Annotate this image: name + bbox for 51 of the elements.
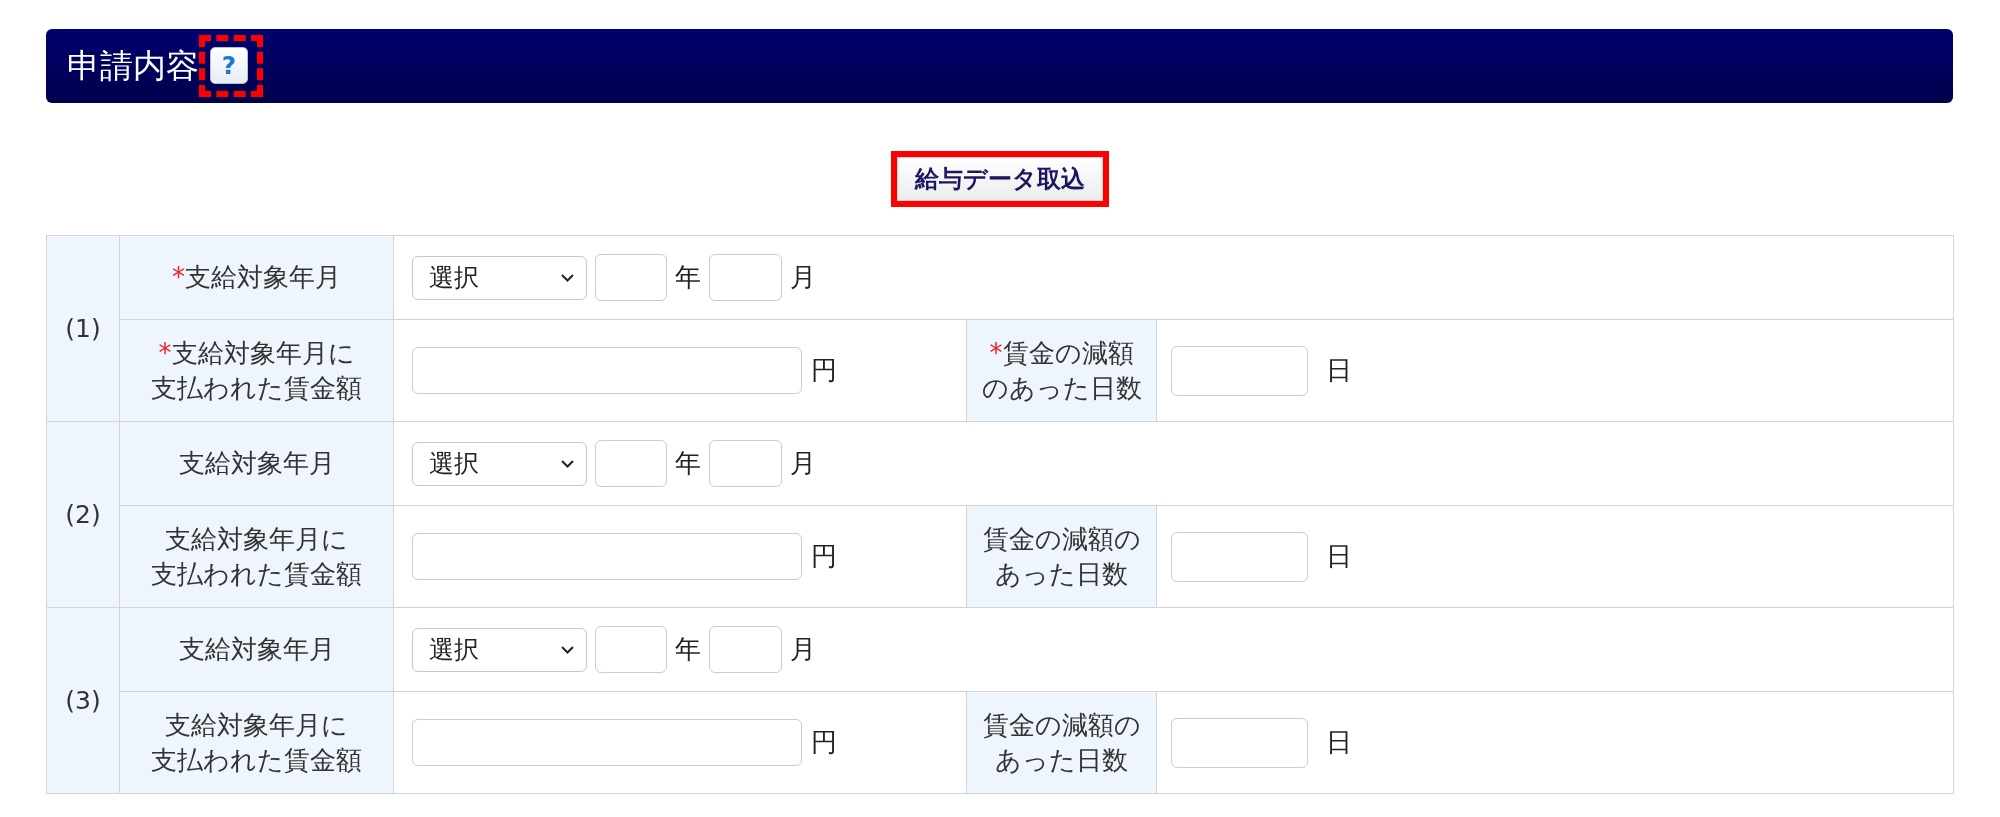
unit-label: 月	[790, 447, 816, 480]
unit-label: 日	[1326, 354, 1352, 387]
unit-label: 円	[811, 540, 837, 573]
import-button[interactable]: 給与データ取込	[896, 157, 1103, 201]
unit-label: 円	[811, 726, 837, 759]
field-label: のあった日数	[980, 371, 1143, 405]
field-label: 支給対象年月	[177, 447, 336, 480]
field-label: あった日数	[994, 557, 1129, 591]
month-select[interactable]: 選択	[412, 255, 587, 300]
field-label: 賃金の減額の	[981, 522, 1142, 556]
month-select[interactable]: 選択	[412, 441, 587, 486]
chevron-down-icon	[561, 273, 574, 282]
field-label: 支払われた賃金額	[150, 743, 363, 777]
unit-label: 月	[790, 633, 816, 666]
field-label: *支給対象年月	[171, 261, 342, 294]
chevron-down-icon	[561, 645, 574, 654]
field-label: 支給対象年月	[177, 633, 336, 666]
entry-number: (3)	[46, 607, 120, 794]
field-label: 支払われた賃金額	[150, 371, 363, 405]
month-input[interactable]	[709, 254, 782, 301]
entry-number: (2)	[46, 421, 120, 608]
year-input[interactable]	[595, 626, 667, 673]
month-input[interactable]	[709, 626, 782, 673]
field-label: あった日数	[994, 743, 1129, 777]
days-input[interactable]	[1171, 717, 1308, 768]
field-label: *支給対象年月に	[157, 336, 356, 370]
month-input[interactable]	[709, 440, 782, 487]
unit-label: 日	[1326, 540, 1352, 573]
unit-label: 年	[675, 447, 701, 480]
days-input[interactable]	[1171, 531, 1308, 582]
unit-label: 日	[1326, 726, 1352, 759]
field-label: *賃金の減額	[988, 336, 1135, 370]
unit-label: 年	[675, 261, 701, 294]
year-input[interactable]	[595, 440, 667, 487]
entry-number: (1)	[46, 235, 120, 422]
section-title: 申請内容	[67, 45, 199, 87]
field-label: 賃金の減額の	[981, 708, 1142, 742]
field-label: 支給対象年月に	[164, 522, 349, 556]
year-input[interactable]	[595, 254, 667, 301]
help-button[interactable]: ?	[210, 47, 248, 84]
month-select[interactable]: 選択	[412, 627, 587, 672]
amount-input[interactable]	[412, 533, 802, 580]
field-label: 支払われた賃金額	[150, 557, 363, 591]
amount-input[interactable]	[412, 347, 802, 394]
unit-label: 年	[675, 633, 701, 666]
amount-input[interactable]	[412, 719, 802, 766]
unit-label: 円	[811, 354, 837, 387]
field-label: 支給対象年月に	[164, 708, 349, 742]
chevron-down-icon	[561, 459, 574, 468]
unit-label: 月	[790, 261, 816, 294]
days-input[interactable]	[1171, 345, 1308, 396]
